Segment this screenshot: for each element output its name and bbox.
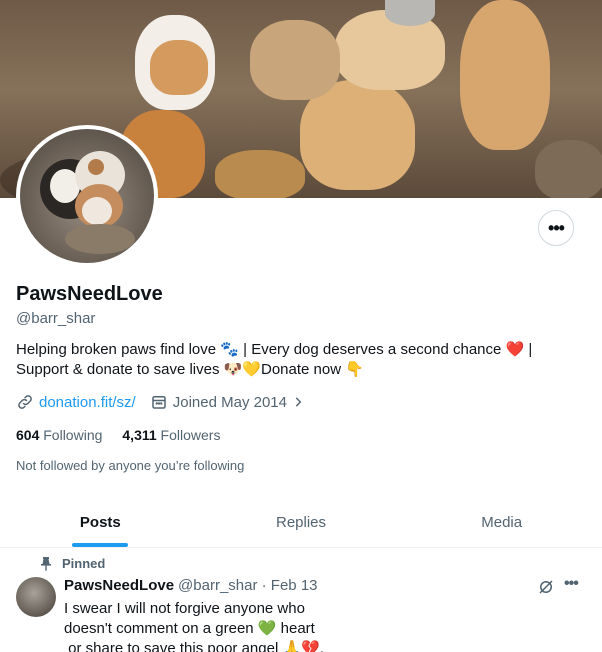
post-text: I swear I will not forgive anyone who do… [64,599,364,652]
profile-handle: @barr_shar [16,310,96,327]
post-text-line-1: I swear I will not forgive anyone who [64,600,305,617]
following-link[interactable]: 604 Following [16,427,102,443]
more-icon: ••• [548,217,565,238]
bio-line-1-end: | [524,341,533,358]
pinned-post[interactable]: Pinned PawsNeedLove @barr_shar · Feb 13 … [0,549,602,652]
bio-line-2: Support & donate to save lives 🐶💛Donate … [16,361,364,378]
bio-line-1: Helping broken paws find love 🐾 | Every … [16,341,506,358]
post-text-line-3: or share to save this poor angel 🙏💔. [64,640,324,652]
post-author-meta[interactable]: @barr_shar · Feb 13 [178,577,317,594]
followers-label: Followers [160,427,221,443]
chevron-right-icon [295,397,302,407]
following-count: 604 [16,427,40,443]
link-icon [18,395,32,409]
website-link[interactable]: donation.fit/sz/ [39,394,136,411]
not-followed-text: Not followed by anyone you’re following [16,458,245,473]
grok-icon[interactable] [537,578,555,601]
profile-joined[interactable]: Joined May 2014 [150,393,310,411]
bio-heart: ❤️ [505,341,525,358]
follow-counts: 604 Following 4,311 Followers [16,427,240,443]
following-label: Following [43,427,103,443]
profile-tabs: Posts Replies Media [0,497,602,548]
pinned-indicator: Pinned [40,556,105,571]
post-text-line-2: doesn't comment on a green 💚 heart [64,620,315,637]
joined-date: Joined May 2014 [172,393,287,411]
followers-count: 4,311 [122,427,157,443]
post-more-button[interactable]: ••• [564,575,579,593]
more-options-button[interactable]: ••• [538,210,574,246]
tab-replies[interactable]: Replies [201,497,402,547]
profile-website[interactable]: donation.fit/sz/ [16,393,136,411]
profile-avatar[interactable] [16,125,158,267]
profile-name: PawsNeedLove [16,283,163,305]
pinned-label: Pinned [62,556,106,571]
post-header: PawsNeedLove @barr_shar · Feb 13 [64,577,318,594]
followers-link[interactable]: 4,311 Followers [122,427,220,443]
profile-meta: donation.fit/sz/ Joined May 2014 [16,393,324,411]
avatar-photo [20,129,154,263]
tab-media[interactable]: Media [401,497,602,547]
profile-bio: Helping broken paws find love 🐾 | Every … [16,340,586,380]
post-author-name[interactable]: PawsNeedLove [64,577,174,594]
calendar-icon [151,396,166,409]
tab-posts[interactable]: Posts [0,497,201,547]
post-author-avatar[interactable] [16,577,56,617]
pin-icon [41,556,51,571]
